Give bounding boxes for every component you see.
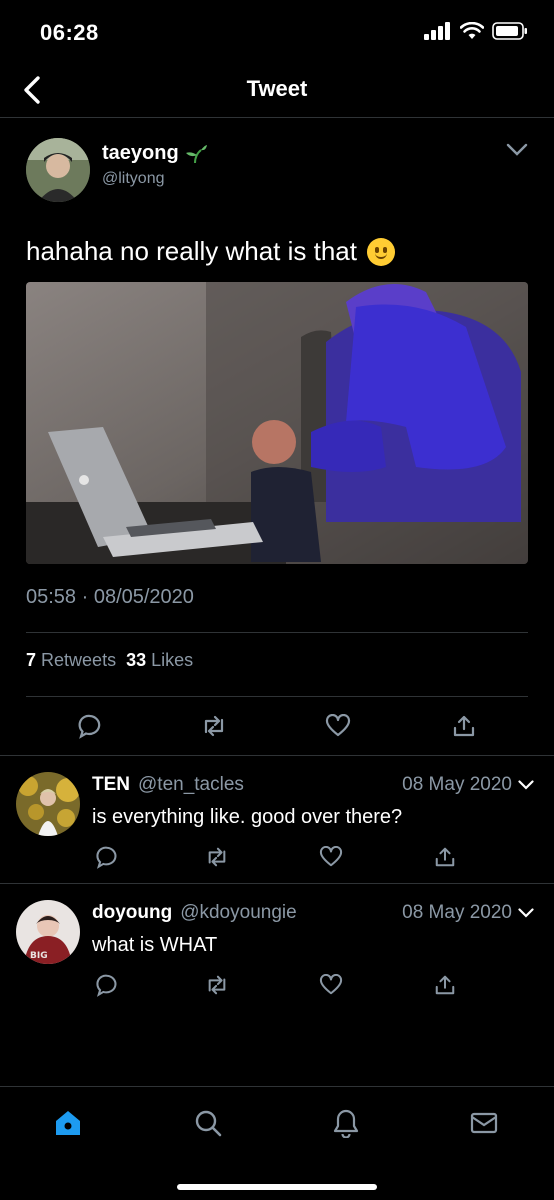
envelope-icon <box>470 1112 498 1134</box>
home-indicator <box>177 1184 377 1190</box>
author-name-text: taeyong <box>102 142 179 164</box>
home-icon <box>56 1111 80 1135</box>
avatar-image <box>26 138 90 202</box>
reply-button[interactable] <box>92 842 122 872</box>
tweet-actions <box>0 708 554 744</box>
status-icons <box>424 22 528 40</box>
reply-tweet[interactable]: TEN @ten_tacles 08 May 2020 is everythin… <box>0 756 554 882</box>
reply-author-name[interactable]: doyoung <box>92 902 172 924</box>
reply-author-name[interactable]: TEN <box>92 774 130 796</box>
tab-home[interactable] <box>48 1103 88 1143</box>
tweet-text-content: hahaha no really what is that <box>26 236 357 266</box>
tweet-stats: 7 Retweets 33 Likes <box>26 650 193 671</box>
slightly-smiling-face-icon <box>367 237 395 266</box>
reply-author-handle: @ten_tacles <box>138 774 244 795</box>
tab-messages[interactable] <box>464 1103 504 1143</box>
reply-icon <box>96 974 117 997</box>
chevron-down-icon[interactable] <box>518 780 534 790</box>
page-title: Tweet <box>246 76 308 101</box>
retweets-label: Retweets <box>41 650 117 670</box>
reply-text: what is WHAT <box>92 934 218 956</box>
heart-icon <box>319 846 343 867</box>
reply-date-text: 08 May 2020 <box>402 774 512 795</box>
share-button[interactable] <box>430 842 460 872</box>
reply-button[interactable] <box>92 970 122 1000</box>
wifi-icon <box>460 22 484 39</box>
divider <box>26 696 528 697</box>
chevron-down-icon[interactable] <box>518 908 534 918</box>
author-name[interactable]: taeyong <box>102 142 207 165</box>
tweet-media-image[interactable] <box>26 282 528 564</box>
reply-date: 08 May 2020 <box>402 774 534 796</box>
photo-laptop-person <box>26 282 528 564</box>
heart-icon <box>325 714 351 737</box>
tab-notifications[interactable] <box>326 1103 366 1143</box>
like-button[interactable] <box>316 842 346 872</box>
tab-search[interactable] <box>188 1103 228 1143</box>
retweet-button[interactable] <box>202 970 232 1000</box>
likes-label: Likes <box>151 650 194 670</box>
sprout-icon <box>185 144 207 163</box>
share-icon <box>453 715 475 737</box>
reply-header: doyoung @kdoyoungie <box>92 902 297 924</box>
likes-stat[interactable]: 33 Likes <box>126 650 193 671</box>
author-handle: @lityong <box>102 170 165 187</box>
svg-text:BIG: BIG <box>30 951 48 961</box>
avatar[interactable] <box>16 772 80 836</box>
avatar[interactable]: BIG <box>16 900 80 964</box>
share-icon <box>435 975 455 995</box>
likes-count: 33 <box>126 650 147 670</box>
retweet-icon <box>208 975 226 995</box>
reply-header: TEN @ten_tacles <box>92 774 244 796</box>
retweet-icon <box>208 847 226 867</box>
retweet-button[interactable] <box>196 708 232 744</box>
author-avatar[interactable] <box>26 138 90 202</box>
status-bar: 06:28 <box>0 0 554 64</box>
reply-date: 08 May 2020 <box>402 902 534 924</box>
retweet-icon <box>204 715 224 737</box>
reply-date-text: 08 May 2020 <box>402 902 512 923</box>
nav-bar: Tweet <box>0 64 554 118</box>
retweets-count: 7 <box>26 650 37 670</box>
like-button[interactable] <box>316 970 346 1000</box>
bottom-tab-bar <box>0 1086 554 1200</box>
avatar-image <box>16 772 80 836</box>
share-button[interactable] <box>430 970 460 1000</box>
tweet-text: hahaha no really what is that <box>26 236 395 267</box>
divider <box>26 632 528 633</box>
reply-button[interactable] <box>72 708 108 744</box>
bell-icon <box>333 1109 359 1138</box>
tweet-options-button[interactable] <box>502 138 532 162</box>
search-icon <box>195 1110 222 1137</box>
reply-text: is everything like. good over there? <box>92 806 403 828</box>
reply-icon <box>96 846 117 869</box>
reply-icon <box>78 714 101 739</box>
avatar-image: BIG <box>16 900 80 964</box>
chevron-down-icon <box>506 143 528 156</box>
reply-author-handle: @kdoyoungie <box>180 902 297 923</box>
share-button[interactable] <box>446 708 482 744</box>
tweet-timestamp: 05:58 · 08/05/2020 <box>26 586 194 608</box>
like-button[interactable] <box>320 708 356 744</box>
retweet-button[interactable] <box>202 842 232 872</box>
share-icon <box>435 847 455 867</box>
status-time: 06:28 <box>40 20 99 45</box>
heart-icon <box>319 974 343 995</box>
retweets-stat[interactable]: 7 Retweets <box>26 650 116 671</box>
signal-icon <box>424 22 450 40</box>
reply-tweet[interactable]: BIG doyoung @kdoyoungie 08 May 2020 what… <box>0 884 554 1010</box>
battery-icon <box>492 22 527 40</box>
